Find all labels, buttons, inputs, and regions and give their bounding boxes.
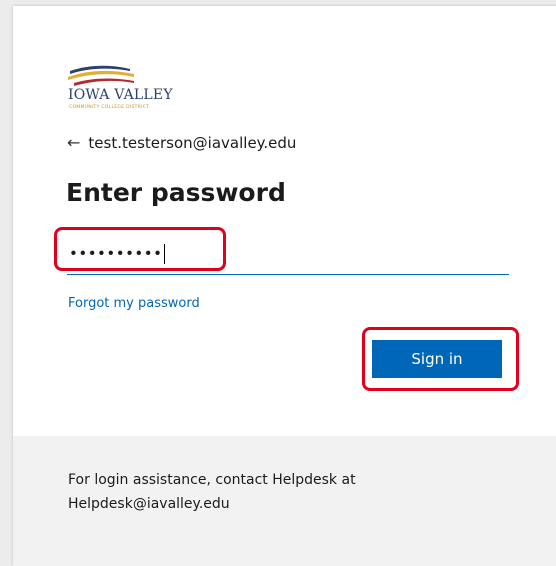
- footer-panel: For login assistance, contact Helpdesk a…: [13, 436, 556, 566]
- forgot-password-link[interactable]: Forgot my password: [68, 296, 200, 311]
- page-title: Enter password: [66, 178, 286, 207]
- back-arrow-icon: ←: [67, 133, 81, 152]
- identity-email: test.testerson@iavalley.edu: [88, 134, 297, 152]
- password-dots: ••••••••••: [69, 244, 163, 263]
- footer-help-text: For login assistance, contact Helpdesk a…: [68, 472, 356, 512]
- logo-subtitle: COMMUNITY COLLEGE DISTRICT: [69, 105, 150, 110]
- text-caret: [164, 244, 166, 264]
- sign-in-card: IOWA VALLEY COMMUNITY COLLEGE DISTRICT ←…: [13, 6, 556, 566]
- password-masked-value: ••••••••••: [69, 244, 166, 264]
- identity-back-button[interactable]: ← test.testerson@iavalley.edu: [67, 134, 296, 152]
- logo-wordmark: IOWA VALLEY: [68, 87, 173, 103]
- sign-in-button[interactable]: Sign in: [372, 340, 502, 378]
- logo-swoosh-icon: [68, 65, 134, 86]
- iowa-valley-logo: IOWA VALLEY COMMUNITY COLLEGE DISTRICT: [68, 61, 188, 117]
